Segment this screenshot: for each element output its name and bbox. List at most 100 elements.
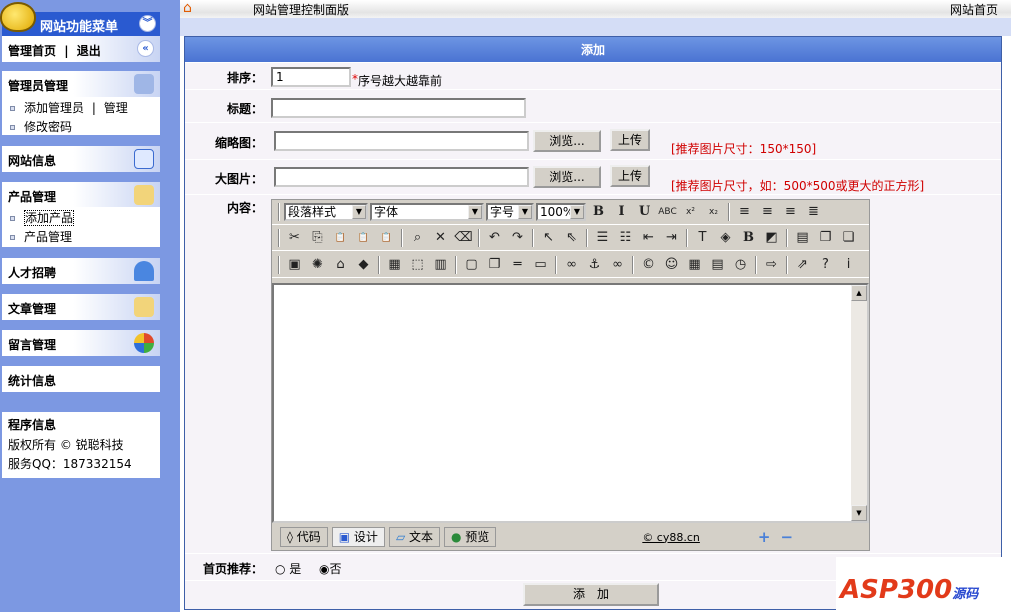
unselect-icon[interactable]: ⇖ <box>561 228 582 248</box>
justify-icon[interactable]: ≣ <box>803 202 824 222</box>
align-left-icon[interactable]: ≡ <box>734 202 755 222</box>
editor-credit-link[interactable]: © cy88.cn <box>642 531 700 544</box>
sidebar-section-admin[interactable]: 管理员管理 <box>2 71 160 97</box>
section-title: 统计信息 <box>8 374 57 388</box>
italic-icon[interactable]: I <box>611 202 632 222</box>
sidebar-section-jobs[interactable]: 人才招聘 <box>2 258 160 284</box>
collapse-menu-icon[interactable]: ︾ <box>139 15 156 32</box>
home-link[interactable]: 管理首页 <box>8 44 56 58</box>
align-right-icon[interactable]: ≡ <box>780 202 801 222</box>
font-color-icon[interactable]: T <box>692 228 713 248</box>
sidebar-section-articles[interactable]: 文章管理 <box>2 294 160 320</box>
fullscreen-icon[interactable]: ⇗ <box>792 255 813 275</box>
sort-input[interactable]: 1 <box>271 67 351 87</box>
strikethrough-icon[interactable]: ABC <box>657 202 678 222</box>
recommend-no-radio[interactable]: ◉否 <box>319 560 342 577</box>
editor-scrollbar[interactable]: ▲ ▼ <box>851 285 867 521</box>
paste-word-icon[interactable]: 📋 <box>376 228 397 248</box>
iframe-icon[interactable]: ▢ <box>461 255 482 275</box>
find-icon[interactable]: ⌕ <box>407 228 428 248</box>
bold-icon[interactable]: B <box>588 202 609 222</box>
thumbnail-upload-button[interactable]: 上传 <box>610 129 650 151</box>
site-home-link[interactable]: 网站首页 <box>950 1 998 18</box>
marquee-icon[interactable]: ▭ <box>530 255 551 275</box>
mode-code-tab[interactable]: ◊ 代码 <box>280 527 328 547</box>
shrink-icon[interactable]: − <box>780 528 793 546</box>
big-image-file-input[interactable] <box>274 167 529 187</box>
sidebar-section-products[interactable]: 产品管理 <box>2 182 160 208</box>
layer-front-icon[interactable]: ❐ <box>815 228 836 248</box>
sidebar-section-messages[interactable]: 留言管理 <box>2 330 160 356</box>
submit-add-button[interactable]: 添 加 <box>523 583 659 606</box>
excel-icon[interactable]: ▦ <box>684 255 705 275</box>
unlink-icon[interactable]: ∞ <box>607 255 628 275</box>
product-items: 添加产品 产品管理 <box>2 207 160 247</box>
indent-icon[interactable]: ⇥ <box>661 228 682 248</box>
superscript-icon[interactable]: x² <box>680 202 701 222</box>
mode-preview-tab[interactable]: ● 预览 <box>444 527 497 547</box>
manage-product-link[interactable]: 产品管理 <box>24 230 72 244</box>
copy-icon[interactable]: ⎘ <box>307 228 328 248</box>
delete-icon[interactable]: ✕ <box>430 228 451 248</box>
big-image-upload-button[interactable]: 上传 <box>610 165 650 187</box>
add-product-link[interactable]: 添加产品 <box>24 210 75 226</box>
manage-admin-link[interactable]: 管理 <box>104 101 128 115</box>
remove-format-icon[interactable]: ◩ <box>761 228 782 248</box>
image-icon[interactable]: ▣ <box>284 255 305 275</box>
thumbnail-browse-button[interactable]: 浏览... <box>533 130 601 152</box>
change-password-link[interactable]: 修改密码 <box>24 120 72 134</box>
layer-back-icon[interactable]: ❏ <box>838 228 859 248</box>
fieldset-icon[interactable]: ▥ <box>430 255 451 275</box>
enlarge-icon[interactable]: + <box>758 528 771 546</box>
paste-icon[interactable]: 📋 <box>330 228 351 248</box>
recommend-yes-radio[interactable]: ○ 是 <box>275 560 301 577</box>
help-icon[interactable]: ? <box>815 255 836 275</box>
emoticon-icon[interactable]: ☺ <box>661 255 682 275</box>
font-select[interactable]: 字体 ▼ <box>370 203 484 221</box>
zoom-select[interactable]: 100% ▼ <box>536 203 586 221</box>
background-color-icon[interactable]: ◈ <box>715 228 736 248</box>
mode-design-tab[interactable]: ▣ 设计 <box>331 527 385 547</box>
sidebar-section-stats[interactable]: 统计信息 <box>2 366 160 392</box>
hr-icon[interactable]: ═ <box>507 255 528 275</box>
about-icon[interactable]: i <box>838 255 859 275</box>
sidebar-section-site-info[interactable]: 网站信息 <box>2 146 160 172</box>
import-icon[interactable]: ⇨ <box>761 255 782 275</box>
form-icon[interactable]: ⬚ <box>407 255 428 275</box>
big-image-browse-button[interactable]: 浏览... <box>533 166 601 188</box>
eraser-icon[interactable]: ⌫ <box>453 228 474 248</box>
mode-text-tab[interactable]: ▱ 文本 <box>388 527 440 547</box>
title-input[interactable] <box>271 98 526 118</box>
block-color-icon[interactable]: B <box>738 228 759 248</box>
file-icon[interactable]: ◆ <box>353 255 374 275</box>
add-admin-link[interactable]: 添加管理员 <box>24 101 84 115</box>
logout-link[interactable]: 退出 <box>77 44 101 58</box>
link-icon[interactable]: ∞ <box>561 255 582 275</box>
paste-text-icon[interactable]: 📋 <box>353 228 374 248</box>
hide-sidebar-icon[interactable]: « <box>137 40 154 57</box>
select-all-icon[interactable]: ↖ <box>538 228 559 248</box>
media-icon[interactable]: ⌂ <box>330 255 351 275</box>
undo-icon[interactable]: ↶ <box>484 228 505 248</box>
table-icon[interactable]: ▦ <box>384 255 405 275</box>
date-icon[interactable]: ▤ <box>707 255 728 275</box>
font-size-select[interactable]: 字号 ▼ <box>486 203 534 221</box>
unordered-list-icon[interactable]: ☷ <box>615 228 636 248</box>
section-title: 网站信息 <box>8 154 57 168</box>
outdent-icon[interactable]: ⇤ <box>638 228 659 248</box>
page-icon[interactable]: ❐ <box>484 255 505 275</box>
align-center-icon[interactable]: ≡ <box>757 202 778 222</box>
cut-icon[interactable]: ✂ <box>284 228 305 248</box>
underline-icon[interactable]: U <box>634 202 655 222</box>
anchor-icon[interactable]: ⚓ <box>584 255 605 275</box>
flash-icon[interactable]: ✺ <box>307 255 328 275</box>
redo-icon[interactable]: ↷ <box>507 228 528 248</box>
paragraph-icon[interactable]: ▤ <box>792 228 813 248</box>
thumbnail-file-input[interactable] <box>274 131 529 151</box>
ordered-list-icon[interactable]: ☰ <box>592 228 613 248</box>
time-icon[interactable]: ◷ <box>730 255 751 275</box>
editor-content-area[interactable]: ▲ ▼ <box>272 283 869 523</box>
paragraph-style-select[interactable]: 段落样式 ▼ <box>284 203 368 221</box>
subscript-icon[interactable]: x₂ <box>703 202 724 222</box>
symbol-icon[interactable]: © <box>638 255 659 275</box>
